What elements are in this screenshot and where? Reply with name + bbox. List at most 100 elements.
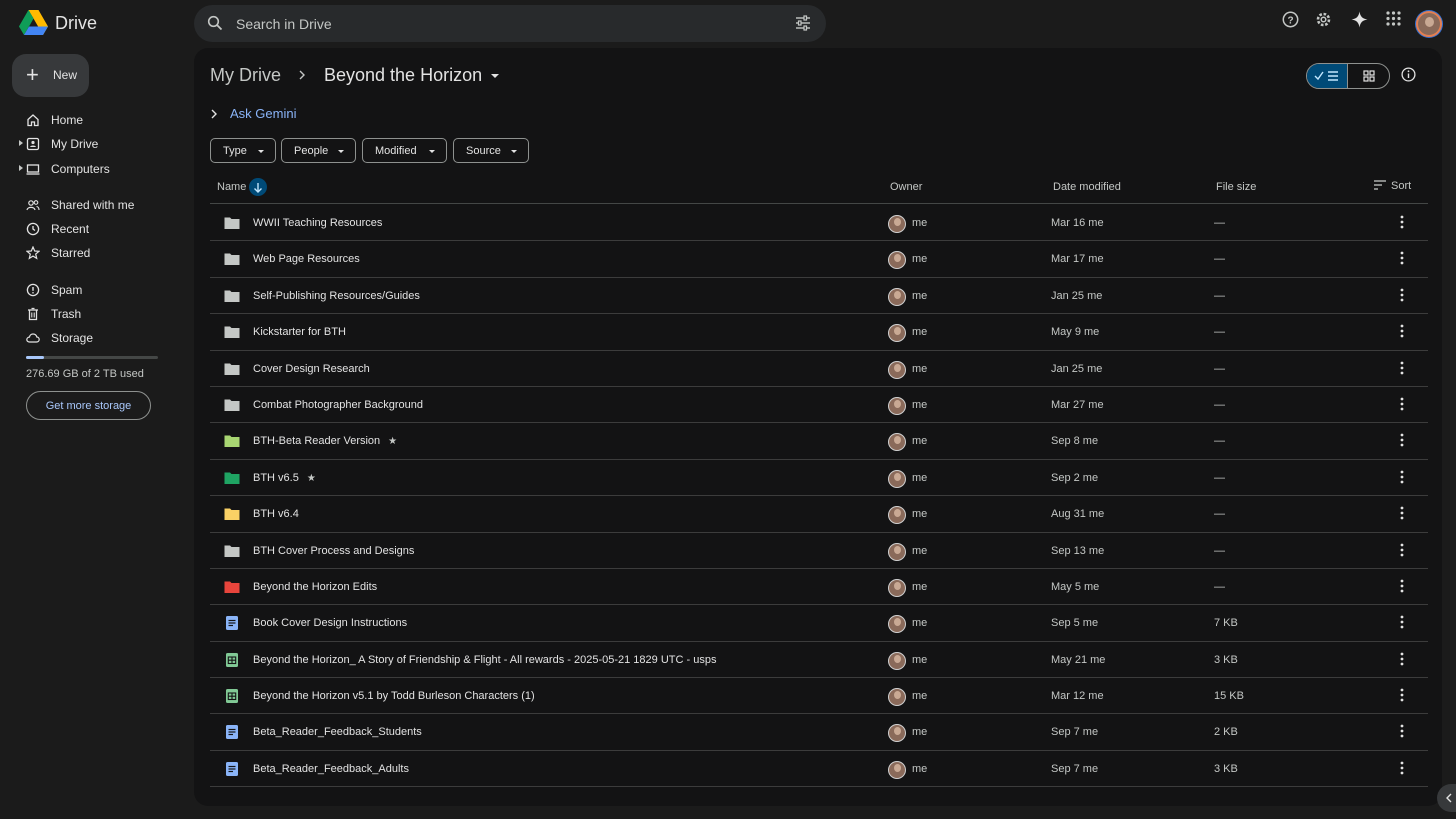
gemini-sparkle-icon[interactable]	[1351, 11, 1368, 28]
search-options-icon[interactable]	[795, 15, 811, 31]
table-row[interactable]: Beyond the Horizon v5.1 by Todd Burleson…	[210, 678, 1428, 715]
column-header-owner[interactable]: Owner	[890, 181, 922, 193]
table-row[interactable]: Beta_Reader_Feedback_Students me Sep 7 me 2…	[210, 714, 1428, 751]
table-row[interactable]: BTH Cover Process and Designs me Sep 13 me…	[210, 533, 1428, 569]
table-row[interactable]: BTH v6.4 me Aug 31 me —	[210, 496, 1428, 533]
filter-source-chip[interactable]: Source	[453, 138, 529, 163]
account-avatar[interactable]	[1416, 11, 1442, 37]
expand-caret-icon[interactable]	[19, 140, 23, 146]
date-modified-cell: Sep 13 me	[1051, 544, 1105, 557]
sort-direction-icon[interactable]	[249, 178, 267, 196]
filter-people-chip[interactable]: People	[281, 138, 356, 163]
owner-avatar	[888, 688, 906, 707]
sidebar-item-home[interactable]: Home	[0, 108, 180, 132]
file-name-text: Self-Publishing Resources/Guides	[253, 289, 420, 302]
sidebar-item-spam[interactable]: Spam	[0, 278, 180, 302]
table-row[interactable]: Beyond the Horizon Edits me May 5 me —	[210, 569, 1428, 606]
more-actions-icon[interactable]	[1400, 361, 1404, 375]
sidebar-item-computers[interactable]: Computers	[0, 157, 180, 181]
more-actions-icon[interactable]	[1400, 724, 1404, 738]
table-row[interactable]: Self-Publishing Resources/Guides me Jan 25…	[210, 278, 1428, 315]
table-row[interactable]: Beyond the Horizon_ A Story of Friendshi…	[210, 642, 1428, 679]
sidebar-item-shared-with-me[interactable]: Shared with me	[0, 193, 180, 217]
new-button[interactable]: + New	[12, 54, 89, 97]
side-panel-toggle[interactable]	[1437, 784, 1456, 812]
column-header-file-size[interactable]: File size	[1216, 181, 1256, 193]
plus-icon: +	[26, 62, 39, 87]
list-view-button[interactable]	[1307, 64, 1349, 88]
owner-cell: me	[912, 362, 928, 375]
sidebar-item-label: Home	[51, 113, 84, 127]
file-size-cell: 3 KB	[1214, 762, 1238, 775]
owner-avatar	[888, 578, 906, 597]
more-actions-icon[interactable]	[1400, 324, 1404, 338]
sidebar-item-starred[interactable]: Starred	[0, 241, 180, 265]
file-name: Web Page Resources	[253, 253, 360, 265]
more-actions-icon[interactable]	[1400, 543, 1404, 557]
table-row[interactable]: Book Cover Design Instructions me Sep 5 me…	[210, 605, 1428, 642]
table-row[interactable]: Cover Design Research me Jan 25 me —	[210, 351, 1428, 387]
file-list: WWII Teaching Resources me Mar 16 me — Web P…	[210, 205, 1428, 788]
file-name-text: Cover Design Research	[253, 362, 370, 375]
column-header-name[interactable]: Name	[217, 181, 246, 193]
sidebar-item-recent[interactable]: Recent	[0, 217, 180, 241]
more-actions-icon[interactable]	[1400, 397, 1404, 411]
table-row[interactable]: Web Page Resources me Mar 17 me —	[210, 241, 1428, 278]
more-actions-icon[interactable]	[1400, 761, 1404, 775]
more-actions-icon[interactable]	[1400, 688, 1404, 702]
more-actions-icon[interactable]	[1400, 288, 1404, 302]
owner-cell: me	[912, 253, 928, 266]
more-actions-icon[interactable]	[1400, 579, 1404, 593]
settings-icon[interactable]	[1315, 11, 1332, 28]
more-actions-icon[interactable]	[1400, 433, 1404, 447]
sidebar-item-storage[interactable]: Storage	[0, 326, 180, 350]
breadcrumb-my-drive[interactable]: My Drive	[210, 65, 281, 86]
ask-gemini-toggle[interactable]: Ask Gemini	[210, 106, 296, 121]
breadcrumb-current-folder[interactable]: Beyond the Horizon	[324, 65, 482, 86]
file-name: Kickstarter for BTH	[253, 326, 346, 338]
owner-avatar	[888, 396, 906, 415]
more-actions-icon[interactable]	[1400, 215, 1404, 229]
more-actions-icon[interactable]	[1400, 470, 1404, 484]
search-input[interactable]	[236, 5, 756, 42]
search-icon[interactable]	[207, 15, 223, 31]
file-name-text: BTH Cover Process and Designs	[253, 544, 415, 557]
dropdown-caret-icon	[511, 150, 517, 153]
info-icon[interactable]	[1401, 67, 1416, 82]
file-name: Combat Photographer Background	[253, 399, 423, 411]
apps-grid-icon[interactable]	[1386, 11, 1401, 26]
table-row[interactable]: Beta_Reader_Feedback_Adults me Sep 7 me 3 K…	[210, 751, 1428, 788]
more-actions-icon[interactable]	[1400, 251, 1404, 265]
file-size-cell: —	[1214, 217, 1225, 229]
list-view-icon	[1314, 71, 1338, 81]
owner-avatar	[888, 542, 906, 561]
file-name: Beyond the Horizon Edits	[253, 581, 377, 593]
more-actions-icon[interactable]	[1400, 615, 1404, 629]
file-size-cell: —	[1214, 362, 1225, 375]
file-name-text: Beyond the Horizon_ A Story of Friendshi…	[253, 653, 717, 666]
more-actions-icon[interactable]	[1400, 506, 1404, 520]
sort-label: Sort	[1391, 180, 1412, 192]
get-more-storage-button[interactable]: Get more storage	[26, 391, 151, 420]
storage-usage-fill	[26, 356, 44, 359]
grid-view-button[interactable]	[1348, 64, 1389, 88]
sidebar-item-trash[interactable]: Trash	[0, 302, 180, 326]
filter-type-chip[interactable]: Type	[210, 138, 276, 163]
table-row[interactable]: Kickstarter for BTH me May 9 me —	[210, 314, 1428, 351]
sidebar-item-my-drive[interactable]: My Drive	[0, 132, 180, 156]
column-header-date-modified[interactable]: Date modified	[1053, 181, 1121, 193]
expand-caret-icon[interactable]	[19, 165, 23, 171]
more-actions-icon[interactable]	[1400, 652, 1404, 666]
table-row[interactable]: BTH-Beta Reader Version ★ me Sep 8 me —	[210, 423, 1428, 460]
table-row[interactable]: BTH v6.5 ★ me Sep 2 me —	[210, 460, 1428, 497]
filter-modified-chip[interactable]: Modified	[362, 138, 447, 163]
sort-button[interactable]: Sort	[1374, 180, 1411, 192]
drive-logo[interactable]: Drive	[19, 10, 97, 36]
table-row[interactable]: Combat Photographer Background me Mar 27 m…	[210, 387, 1428, 424]
owner-cell: me	[912, 580, 928, 593]
table-row[interactable]: WWII Teaching Resources me Mar 16 me —	[210, 205, 1428, 242]
chevron-down-icon[interactable]	[491, 74, 499, 78]
file-name: Cover Design Research	[253, 363, 370, 375]
file-name-text: Kickstarter for BTH	[253, 326, 346, 339]
help-icon[interactable]: ?	[1282, 11, 1299, 28]
